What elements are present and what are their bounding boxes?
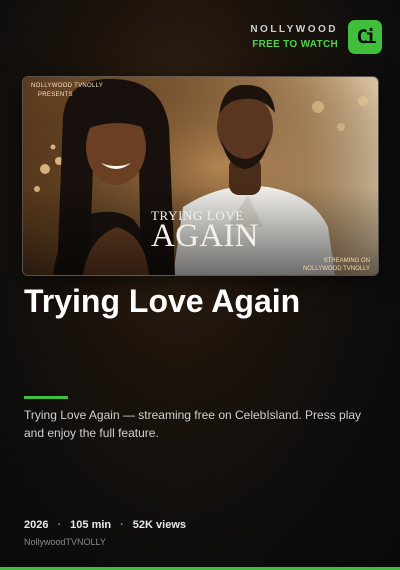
poster-publisher: NOLLYWOOD TVNOLLY PRESENTS [31,82,103,100]
movie-meta: 2026 · 105 min · 52K views [24,519,186,531]
accent-divider [24,396,68,399]
poster-presents: PRESENTS [38,92,73,98]
movie-title: Trying Love Again [24,283,301,319]
movie-views: 52K views [132,519,186,531]
free-to-watch-label: FREE TO WATCH [252,38,338,50]
brand-header: NOLLYWOOD FREE TO WATCH Ci [250,20,382,54]
movie-poster[interactable]: NOLLYWOOD TVNOLLY PRESENTS TRYING LOVE A… [22,76,379,276]
celebisland-logo-icon[interactable]: Ci [348,20,382,54]
poster-streaming-channel: NOLLYWOOD TVNOLLY [302,266,370,272]
poster-title-line2: AGAIN [151,218,259,254]
channel-name[interactable]: NollywoodTVNOLLY [24,537,106,547]
poster-streaming-label: STREAMING ON [323,258,370,264]
movie-duration: 105 min [70,519,112,531]
brand-text: NOLLYWOOD FREE TO WATCH [250,24,338,51]
meta-separator: · [57,519,62,531]
poster-streaming-info: STREAMING ON NOLLYWOOD TVNOLLY [303,257,370,273]
brand-name: NOLLYWOOD [250,23,338,35]
meta-separator: · [120,519,124,531]
movie-description: Trying Love Again — streaming free on Ce… [24,408,362,440]
poster-publisher-name: NOLLYWOOD TVNOLLY [31,83,104,89]
movie-year: 2026 [24,519,49,531]
logo-letters: Ci [356,26,377,48]
